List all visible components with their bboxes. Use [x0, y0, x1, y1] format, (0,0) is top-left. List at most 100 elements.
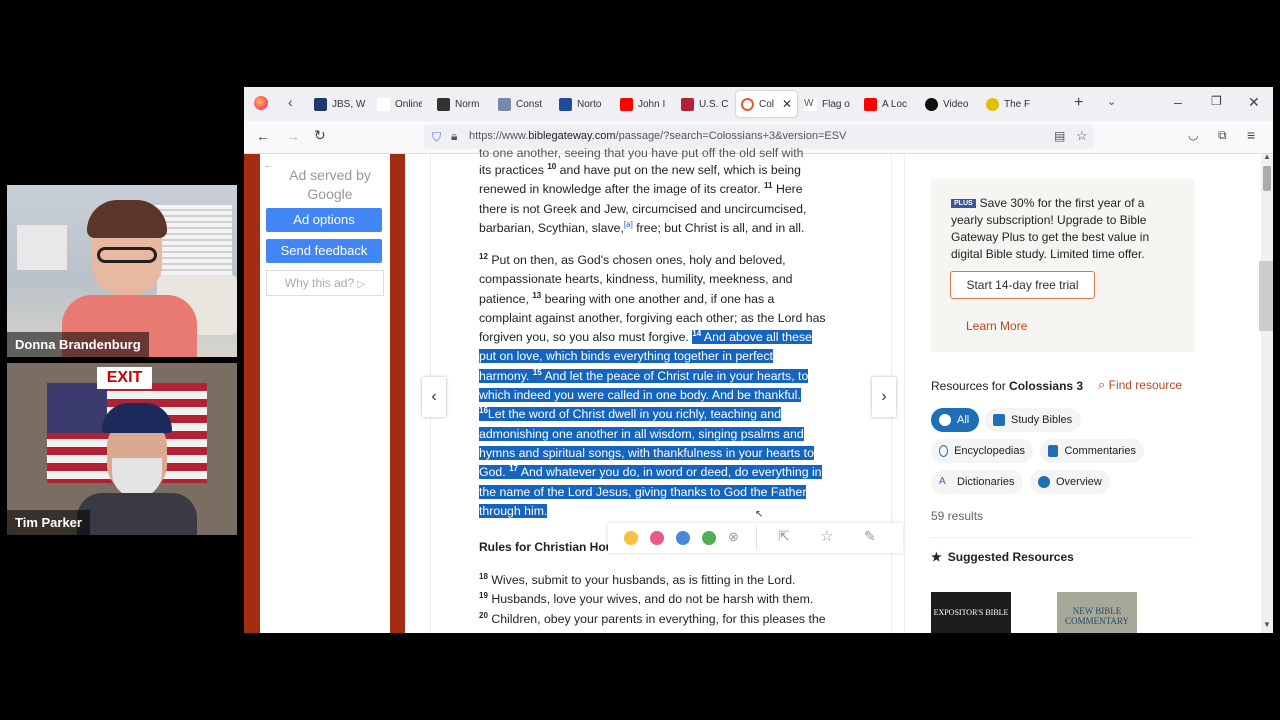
- note-edit-icon[interactable]: ✎: [864, 528, 876, 545]
- send-feedback-button[interactable]: Send feedback: [266, 239, 382, 263]
- find-resource-link[interactable]: ⌕ Find resource: [1098, 377, 1182, 393]
- tab-favicon: [620, 97, 633, 111]
- tab-favicon: [377, 97, 390, 111]
- forward-icon[interactable]: →: [286, 128, 300, 144]
- highlight-pink-button[interactable]: [650, 531, 664, 545]
- verse-text: God.: [479, 465, 506, 480]
- close-window-icon[interactable]: ✕: [1248, 94, 1260, 111]
- verse-text: Children, obey your parents in everythin…: [491, 611, 826, 626]
- filter-overview-chip[interactable]: Overview: [1030, 470, 1110, 494]
- tab-favicon: [559, 97, 572, 111]
- share-icon[interactable]: ⇱: [778, 528, 790, 545]
- next-chapter-button[interactable]: ›: [872, 377, 896, 417]
- filter-study-bibles-chip[interactable]: Study Bibles: [985, 408, 1081, 432]
- tab-scroll-left-icon[interactable]: ‹: [288, 94, 293, 110]
- glasses: [97, 247, 157, 263]
- tab-list-chevron-down-icon[interactable]: ⌄: [1107, 95, 1116, 108]
- favorite-star-icon[interactable]: ☆: [820, 527, 833, 545]
- scrollbar[interactable]: ▲ ▼: [1261, 152, 1273, 633]
- book-cover-expositors[interactable]: EXPOSITOR'S BIBLE: [931, 592, 1011, 633]
- tab-label: Col: [759, 98, 775, 110]
- back-icon[interactable]: ←: [256, 128, 270, 144]
- verse-number: 14: [692, 329, 702, 339]
- participant-name: Tim Parker: [7, 510, 90, 535]
- tab-favicon: W: [804, 97, 817, 111]
- book-cover-new-bible-commentary[interactable]: NEW BIBLE COMMENTARY: [1057, 592, 1137, 633]
- filter-encyclopedias-chip[interactable]: Encyclopedias: [931, 439, 1033, 463]
- filter-all-chip[interactable]: All: [931, 408, 979, 432]
- verse-text: there is not Greek and Jew, circumcised …: [479, 201, 807, 216]
- tab-active[interactable]: Col ✕: [736, 91, 797, 117]
- ad-back-arrow-icon[interactable]: ←: [264, 160, 274, 171]
- tab[interactable]: JBS, W: [314, 91, 369, 117]
- suggested-label: Suggested Resources: [947, 550, 1074, 564]
- selected-text: put on love, which binds everything toge…: [479, 349, 773, 364]
- ad-panel: ← Ad served by Google Ad options Send fe…: [260, 154, 390, 633]
- new-tab-icon[interactable]: +: [1074, 94, 1083, 112]
- selected-text: admonishing one another in all wisdom, s…: [479, 426, 804, 441]
- participant-name: Donna Brandenburg: [7, 332, 149, 357]
- url-prefix: https://www.: [469, 130, 529, 142]
- suggested-resources-heading: ★ Suggested Resources: [931, 550, 1074, 564]
- scroll-down-icon[interactable]: ▼: [1263, 620, 1271, 629]
- menu-icon[interactable]: ≡: [1247, 127, 1255, 143]
- url-path: /passage/?search=Colossians+3&version=ES…: [615, 130, 847, 142]
- outer-scrollbar-thumb[interactable]: [1259, 261, 1273, 331]
- tab-favicon: [864, 97, 877, 111]
- tab[interactable]: Online: [377, 91, 422, 117]
- footnote-link[interactable]: [a]: [624, 220, 633, 229]
- extensions-icon[interactable]: ⧉: [1218, 128, 1227, 143]
- tab[interactable]: U.S. C: [681, 91, 731, 117]
- minimize-icon[interactable]: –: [1174, 94, 1182, 110]
- filter-commentaries-chip[interactable]: Commentaries: [1040, 439, 1144, 463]
- tab[interactable]: Video: [925, 91, 975, 117]
- scrollbar-thumb[interactable]: [1263, 166, 1271, 191]
- bookmark-star-icon[interactable]: ☆: [1076, 128, 1088, 144]
- free-trial-button[interactable]: Start 14-day free trial: [950, 271, 1095, 299]
- window: [17, 225, 67, 270]
- previous-chapter-button[interactable]: ‹: [422, 377, 446, 417]
- divider: [756, 527, 757, 549]
- chip-label: All: [957, 414, 970, 426]
- flag-canton: [47, 383, 107, 433]
- close-tab-icon[interactable]: ✕: [782, 97, 792, 111]
- lock-icon[interactable]: 🔒︎: [451, 129, 457, 144]
- tab[interactable]: Const: [498, 91, 548, 117]
- tab[interactable]: The F: [986, 91, 1036, 117]
- tab-label: JBS, W: [332, 98, 366, 110]
- tab-bar: ‹ JBS, W Online Norm Const Norto John I …: [244, 87, 1273, 121]
- scroll-up-icon[interactable]: ▲: [1263, 152, 1271, 161]
- reload-icon[interactable]: ↻: [314, 127, 326, 144]
- verse-text: and have put on the new self, which is b…: [559, 163, 801, 177]
- filter-dictionaries-chip[interactable]: A Dictionaries: [931, 470, 1023, 494]
- tab[interactable]: W Flag o: [804, 91, 854, 117]
- tab[interactable]: Norm: [437, 91, 487, 117]
- reader-view-icon[interactable]: ▤: [1054, 129, 1065, 143]
- plus-promo: PLUS Save 30% for the first year of a yea…: [931, 179, 1194, 352]
- tab[interactable]: A Loc: [864, 91, 914, 117]
- verse-text: barbarian, Scythian, slave,: [479, 220, 624, 235]
- clear-highlight-icon[interactable]: ⊗: [728, 529, 739, 545]
- firefox-icon[interactable]: [254, 96, 268, 110]
- pocket-icon[interactable]: ◡: [1188, 128, 1198, 142]
- highlight-blue-button[interactable]: [676, 531, 690, 545]
- verse-text: complaint against another, forgiving eac…: [479, 310, 826, 325]
- page-content: ← Ad served by Google Ad options Send fe…: [244, 146, 1273, 633]
- verse-text: And whatever you do, in word or deed, do…: [520, 465, 822, 480]
- selected-text: 16Let the word of Christ dwell in you ri…: [479, 407, 781, 422]
- highlight-green-button[interactable]: [702, 531, 716, 545]
- shield-icon[interactable]: ⛉: [432, 130, 441, 145]
- chip-label: Study Bibles: [1011, 414, 1073, 426]
- tab[interactable]: Norto: [559, 91, 609, 117]
- highlight-yellow-button[interactable]: [624, 531, 638, 545]
- learn-more-link[interactable]: Learn More: [966, 319, 1027, 333]
- restore-icon[interactable]: ❐: [1211, 94, 1222, 108]
- resources-prefix: Resources for: [931, 379, 1006, 393]
- ad-options-button[interactable]: Ad options: [266, 208, 382, 232]
- verse-text: And let the peace of Christ rule in your…: [544, 368, 809, 383]
- tab-favicon: [498, 97, 511, 111]
- chip-label: Dictionaries: [957, 476, 1015, 488]
- tab[interactable]: John I: [620, 91, 670, 117]
- why-this-ad-link[interactable]: Why this ad? ▷: [266, 270, 384, 296]
- divider: [931, 537, 1193, 538]
